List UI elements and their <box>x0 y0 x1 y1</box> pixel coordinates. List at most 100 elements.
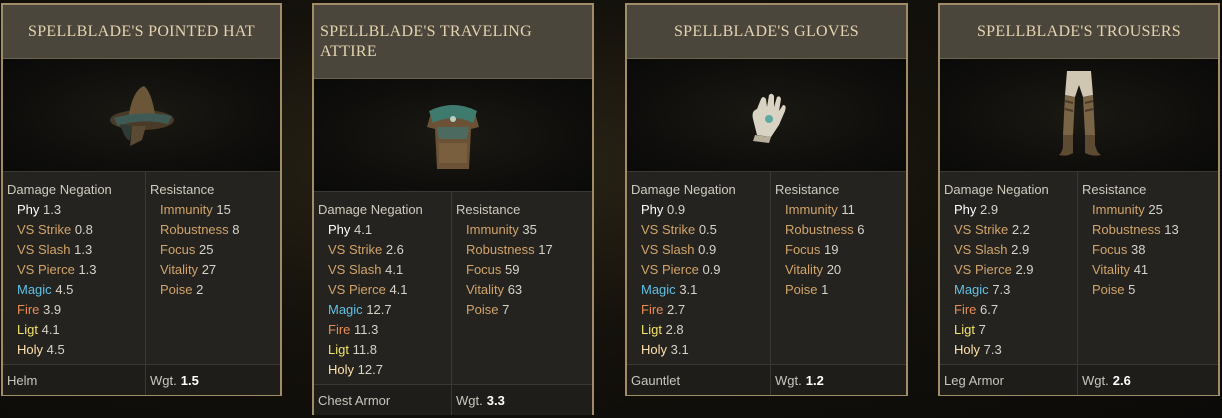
res-label: Vitality <box>160 262 199 277</box>
res-value: 35 <box>522 222 537 237</box>
weight: Wgt. 1.2 <box>771 365 824 395</box>
stat-holy: Holy 4.5 <box>3 340 145 360</box>
stat-label: Fire <box>17 302 40 317</box>
damage-negation-column: Damage Negation Phy 4.1 VS Strike 2.6 VS… <box>314 192 452 384</box>
res-robustness: Robustness 6 <box>771 220 906 240</box>
stat-phy: Phy 4.1 <box>314 220 451 240</box>
res-vitality: Vitality 20 <box>771 260 906 280</box>
res-value: 27 <box>201 262 217 277</box>
stat-label: VS Pierce <box>641 262 699 277</box>
stat-ligt: Ligt 11.8 <box>314 340 451 360</box>
stat-fire: Fire 6.7 <box>940 300 1077 320</box>
res-label: Robustness <box>160 222 229 237</box>
armor-card-hat[interactable]: Spellblade's Pointed Hat Damage Negation… <box>1 3 282 396</box>
damage-negation-column: Damage Negation Phy 1.3 VS Strike 0.8 VS… <box>3 172 146 364</box>
stat-magic: Magic 12.7 <box>314 300 451 320</box>
res-value: 59 <box>505 262 520 277</box>
resistance-column: Resistance Immunity 25 Robustness 13 Foc… <box>1078 172 1218 364</box>
weight-value: 2.6 <box>1112 372 1131 388</box>
armor-card-attire[interactable]: Spellblade's Traveling Attire Damage Neg… <box>312 3 594 415</box>
res-poise: Poise 1 <box>771 280 906 300</box>
res-value: 15 <box>216 202 231 217</box>
res-label: Poise <box>1092 282 1125 297</box>
armor-card-trousers[interactable]: Spellblade's Trousers Damage Negation Ph… <box>938 3 1220 396</box>
stat-label: Phy <box>954 202 977 217</box>
stat-value: 7 <box>978 322 986 337</box>
stat-phy: Phy 2.9 <box>940 200 1077 220</box>
res-immunity: Immunity 35 <box>452 220 592 240</box>
stat-fire: Fire 2.7 <box>627 300 770 320</box>
resistance-title: Resistance <box>456 202 521 217</box>
card-footer: Chest Armor Wgt. 3.3 <box>314 384 592 415</box>
armor-card-gloves[interactable]: Spellblade's Gloves Damage Negation Phy … <box>625 3 908 396</box>
card-title: Spellblade's Trousers <box>940 5 1218 59</box>
card-title: Spellblade's Pointed Hat <box>3 5 280 59</box>
card-footer: Helm Wgt. 1.5 <box>3 364 280 395</box>
stat-value: 0.9 <box>698 242 717 257</box>
stat-value: 1.3 <box>78 262 97 277</box>
res-label: Robustness <box>785 222 854 237</box>
stat-vs-slash: VS Slash 1.3 <box>3 240 145 260</box>
stat-vs-pierce: VS Pierce 2.9 <box>940 260 1077 280</box>
stat-label: VS Strike <box>328 242 383 257</box>
stat-label: VS Slash <box>328 262 382 277</box>
res-label: Immunity <box>160 202 213 217</box>
stat-label: Ligt <box>17 322 38 337</box>
stat-label: Magic <box>954 282 989 297</box>
resistance-column: Resistance Immunity 15 Robustness 8 Focu… <box>146 172 280 364</box>
stat-vs-strike: VS Strike 0.8 <box>3 220 145 240</box>
res-value: 25 <box>1148 202 1163 217</box>
resistance-column: Resistance Immunity 35 Robustness 17 Foc… <box>452 192 592 384</box>
damage-negation-title: Damage Negation <box>318 202 423 217</box>
res-vitality: Vitality 27 <box>146 260 280 280</box>
stat-value: 4.1 <box>354 222 373 237</box>
stat-label: Phy <box>641 202 664 217</box>
res-value: 6 <box>857 222 865 237</box>
res-immunity: Immunity 25 <box>1078 200 1218 220</box>
stat-vs-pierce: VS Pierce 0.9 <box>627 260 770 280</box>
res-label: Vitality <box>785 262 824 277</box>
res-label: Focus <box>1092 242 1128 257</box>
damage-negation-title: Damage Negation <box>631 182 736 197</box>
stat-value: 3.1 <box>670 342 689 357</box>
resistance-title: Resistance <box>775 182 840 197</box>
stat-value: 3.1 <box>679 282 698 297</box>
stat-label: Fire <box>641 302 664 317</box>
stat-vs-slash: VS Slash 2.9 <box>940 240 1077 260</box>
stats-panel: Damage Negation Phy 1.3 VS Strike 0.8 VS… <box>3 171 280 364</box>
stat-vs-strike: VS Strike 0.5 <box>627 220 770 240</box>
stat-holy: Holy 7.3 <box>940 340 1077 360</box>
damage-negation-column: Damage Negation Phy 0.9 VS Strike 0.5 VS… <box>627 172 771 364</box>
stat-value: 12.7 <box>357 362 383 377</box>
stat-value: 11.3 <box>354 322 379 337</box>
item-image <box>314 79 592 191</box>
stats-panel: Damage Negation Phy 2.9 VS Strike 2.2 VS… <box>940 171 1218 364</box>
chest-armor-icon <box>427 105 479 169</box>
resistance-column: Resistance Immunity 11 Robustness 6 Focu… <box>771 172 906 364</box>
stat-label: Holy <box>328 362 355 377</box>
res-value: 38 <box>1131 242 1146 257</box>
stat-value: 0.9 <box>702 262 721 277</box>
stat-label: Ligt <box>328 342 349 357</box>
stat-magic: Magic 7.3 <box>940 280 1077 300</box>
res-focus: Focus 59 <box>452 260 592 280</box>
stat-label: VS Pierce <box>954 262 1012 277</box>
res-label: Poise <box>466 302 499 317</box>
stat-value: 2.8 <box>665 322 684 337</box>
item-image <box>627 59 906 171</box>
res-value: 7 <box>502 302 510 317</box>
weight-value: 1.2 <box>805 372 824 388</box>
armor-type: Helm <box>3 365 146 395</box>
stat-value: 1.3 <box>43 202 62 217</box>
stat-vs-slash: VS Slash 0.9 <box>627 240 770 260</box>
stat-value: 2.9 <box>980 202 999 217</box>
damage-negation-title: Damage Negation <box>944 182 1049 197</box>
stat-value: 7.3 <box>983 342 1002 357</box>
stat-value: 7.3 <box>992 282 1011 297</box>
stat-phy: Phy 1.3 <box>3 200 145 220</box>
res-value: 17 <box>538 242 553 257</box>
weight: Wgt. 1.5 <box>146 365 199 395</box>
stat-label: VS Strike <box>641 222 696 237</box>
stat-ligt: Ligt 2.8 <box>627 320 770 340</box>
stat-value: 12.7 <box>366 302 392 317</box>
